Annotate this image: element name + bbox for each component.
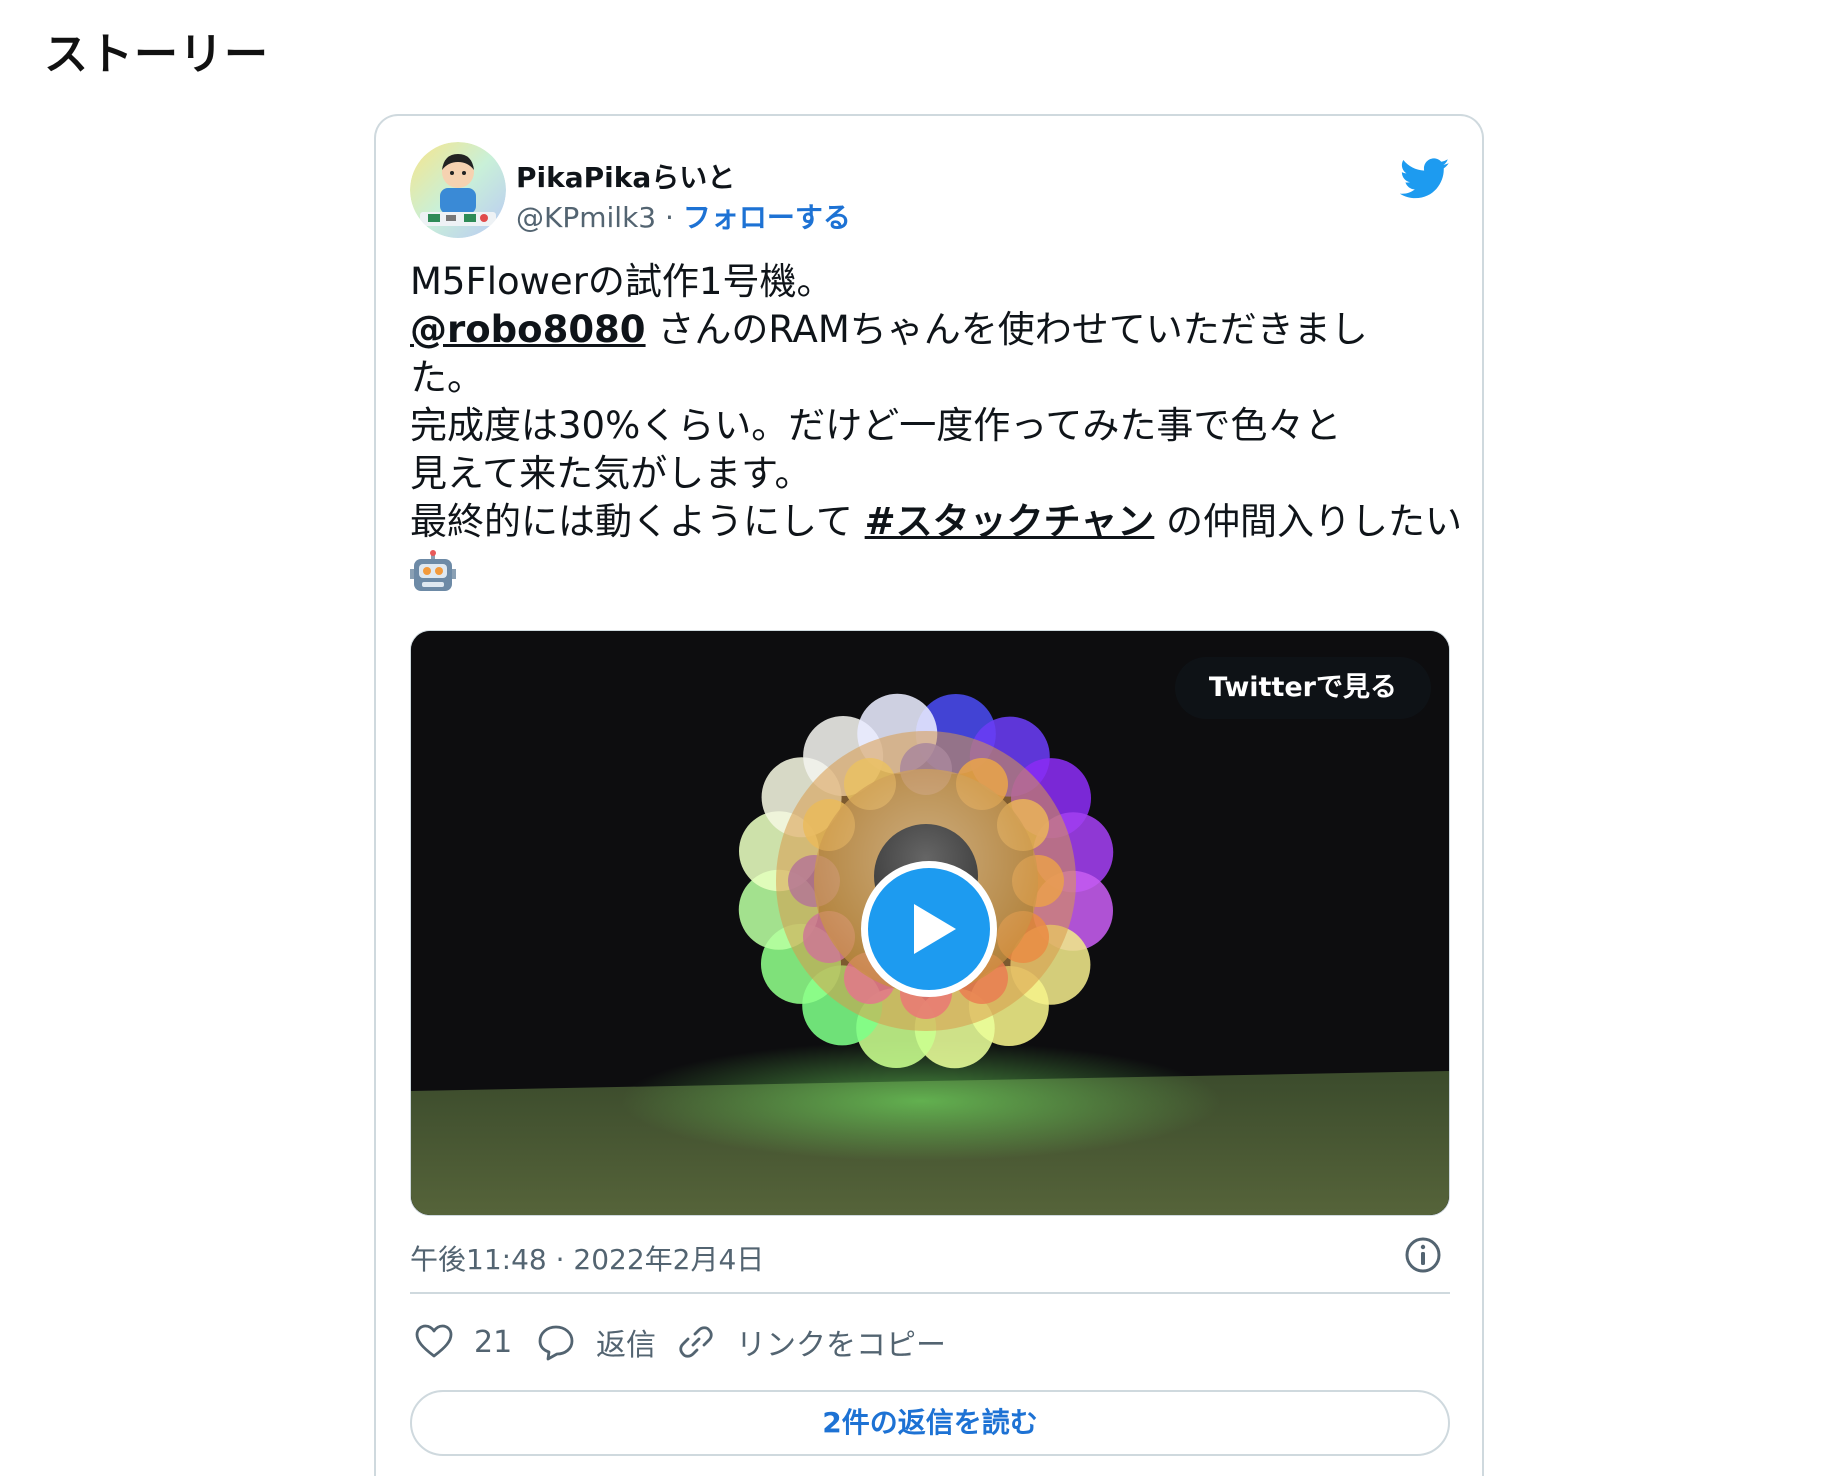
like-count: 21 xyxy=(474,1324,513,1360)
boy-with-electronics-avatar-icon xyxy=(410,142,506,238)
tweet-timestamp[interactable]: 午後11:48 · 2022年2月4日 xyxy=(410,1238,764,1278)
section-title: ストーリー xyxy=(44,29,269,80)
tweet-line-6-start: 最終的には動くようにして xyxy=(410,500,865,543)
play-button[interactable] xyxy=(861,861,997,997)
tweet-body: M5Flowerの試作1号機。 @robo8080 さんのRAMちゃんを使わせて… xyxy=(410,258,1462,595)
tweet-line-6-end: の仲間入りしたい xyxy=(1154,500,1463,543)
mention-link[interactable]: @robo8080 xyxy=(410,308,646,351)
info-icon[interactable] xyxy=(1404,1236,1442,1274)
reply-label: 返信 xyxy=(596,1328,656,1363)
watch-on-twitter-button[interactable]: Twitterで見る xyxy=(1174,657,1431,719)
follow-button[interactable]: フォローする xyxy=(683,201,851,234)
author-display-name[interactable]: PikaPikaらいと xyxy=(516,156,735,196)
tweet-actions: 21 返信 リンクをコピー xyxy=(410,1312,1450,1372)
tweet-line-7 xyxy=(410,546,1450,595)
tweet-line-2-rest: さんのRAMちゃんを使わせていただきまし xyxy=(645,308,1368,351)
link-icon xyxy=(679,1326,713,1358)
twitter-bird-icon[interactable] xyxy=(1400,158,1450,200)
heart-icon xyxy=(415,1324,453,1358)
tweet-line-1: M5Flowerの試作1号機。 xyxy=(410,260,834,303)
tweet-line-5: 見えて来た気がします。 xyxy=(410,452,812,495)
tweet-line-2: @robo8080 さんのRAMちゃんを使わせていただきまし xyxy=(410,306,1450,354)
play-icon xyxy=(914,904,956,954)
tweet-line-4: 完成度は30%くらい。だけど一度作ってみた事で色々と xyxy=(410,404,1342,447)
video-player[interactable]: Twitterで見る xyxy=(410,630,1450,1216)
tweet-line-3: た。 xyxy=(410,356,484,399)
tweet-line-6: 最終的には動くようにして #スタックチャン の仲間入りしたい xyxy=(410,498,1462,546)
read-replies-button[interactable]: 2件の返信を読む xyxy=(410,1390,1450,1456)
like-button[interactable]: 21 xyxy=(414,1312,512,1372)
divider xyxy=(410,1292,1450,1294)
embedded-tweet[interactable]: PikaPikaらいと @KPmilk3 · フォローする M5Flowerの試… xyxy=(374,114,1484,1476)
timestamp-row: 午後11:48 · 2022年2月4日 xyxy=(410,1232,1450,1282)
reply-bubble-icon xyxy=(538,1325,574,1361)
author-handle-row: @KPmilk3 · フォローする xyxy=(516,196,851,236)
hashtag-link[interactable]: #スタックチャン xyxy=(865,500,1155,543)
separator-dot: · xyxy=(665,201,674,234)
reply-button[interactable]: 返信 xyxy=(536,1312,656,1372)
copy-link-button[interactable]: リンクをコピー xyxy=(676,1312,946,1372)
avatar[interactable] xyxy=(410,142,506,238)
tweet-header: PikaPikaらいと @KPmilk3 · フォローする xyxy=(410,142,1450,242)
copy-link-label: リンクをコピー xyxy=(736,1328,946,1363)
author-handle[interactable]: @KPmilk3 xyxy=(516,201,656,234)
robot-emoji-icon xyxy=(410,549,456,591)
